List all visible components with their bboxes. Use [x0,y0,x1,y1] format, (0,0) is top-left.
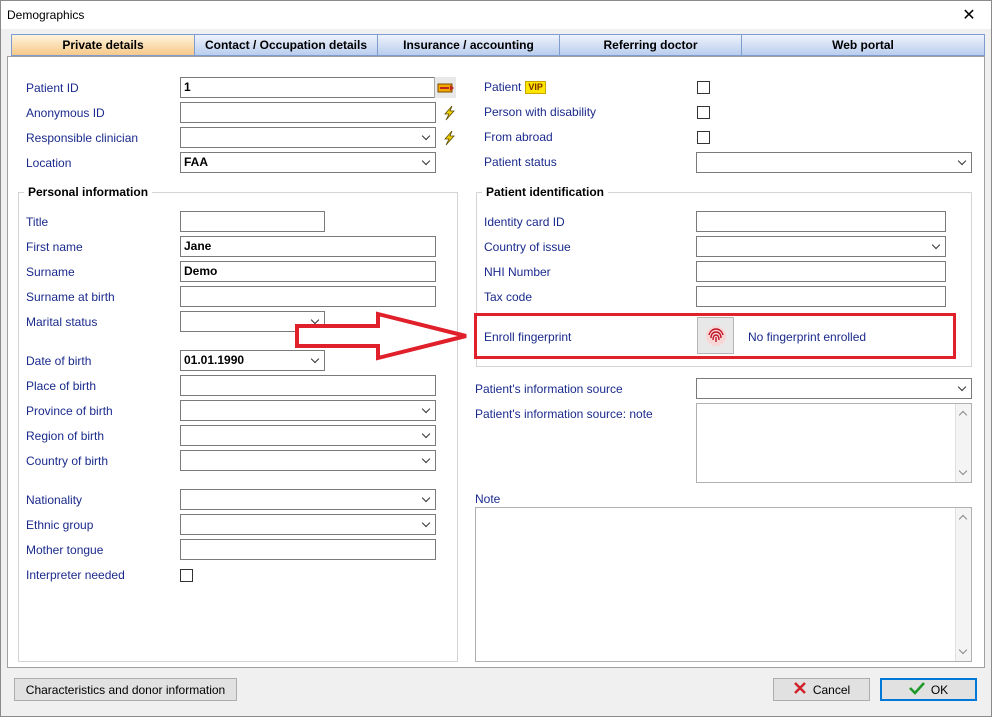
country-of-issue-label: Country of issue [484,240,571,254]
responsible-clinician-select[interactable] [180,127,436,148]
responsible-clinician-label: Responsible clinician [26,131,139,145]
province-of-birth-label: Province of birth [26,404,113,418]
window-title: Demographics [7,8,85,22]
arrow-icon [295,311,467,361]
tab-web-portal[interactable]: Web portal [742,35,984,55]
patient-id-label: Patient ID [26,81,79,95]
information-source-select[interactable] [696,378,972,399]
ok-label: OK [930,682,949,697]
place-of-birth-label: Place of birth [26,379,97,393]
cancel-label: Cancel [812,682,851,697]
nationality-select[interactable] [180,489,436,510]
tax-code-label: Tax code [484,290,533,304]
nhi-number-label: NHI Number [484,265,551,279]
lightning-icon[interactable] [438,102,460,123]
disability-checkbox[interactable] [697,106,710,119]
date-of-birth-label: Date of birth [26,354,92,368]
vip-badge: VIP [525,81,546,94]
tax-code-field[interactable] [696,286,946,307]
patient-status-select[interactable] [696,152,972,173]
cancel-x-icon [793,681,807,698]
note-textarea-scrollbar[interactable] [955,508,971,661]
disability-label: Person with disability [484,105,597,119]
nationality-label: Nationality [26,493,83,507]
region-of-birth-select[interactable] [180,425,436,446]
mother-tongue-label: Mother tongue [26,543,104,557]
tab-referring-doctor[interactable]: Referring doctor [560,35,742,55]
place-of-birth-field[interactable] [180,375,436,396]
location-select[interactable]: FAA [180,152,436,173]
from-abroad-checkbox[interactable] [697,131,710,144]
location-label: Location [26,156,72,170]
tab-private-details[interactable]: Private details [12,35,195,55]
mother-tongue-field[interactable] [180,539,436,560]
note-textarea[interactable] [475,507,972,662]
note-scrollbar[interactable] [955,404,971,482]
from-abroad-label: From abroad [484,130,553,144]
check-icon [908,681,925,698]
vip-checkbox[interactable] [697,81,710,94]
ok-button[interactable]: OK [880,678,977,701]
identity-card-field[interactable] [696,211,946,232]
characteristics-donor-label: Characteristics and donor information [25,682,226,697]
patient-status-label: Patient status [484,155,557,169]
close-icon[interactable]: ✕ [949,1,989,29]
country-of-birth-select[interactable] [180,450,436,471]
title-label: Title [26,215,49,229]
tab-bar: Private details Contact / Occupation det… [11,34,985,56]
surname-at-birth-field[interactable] [180,286,436,307]
characteristics-donor-button[interactable]: Characteristics and donor information [14,678,237,701]
personal-information-title: Personal information [24,185,153,199]
patient-identification-title: Patient identification [482,185,609,199]
nhi-number-field[interactable] [696,261,946,282]
first-name-field[interactable]: Jane [180,236,436,257]
interpreter-needed-label: Interpreter needed [26,568,125,582]
patient-label: Patient [484,80,522,94]
region-of-birth-label: Region of birth [26,429,105,443]
patient-vip-label: Patient VIP [484,80,546,94]
information-source-note-label: Patient's information source: note [475,407,653,421]
patient-id-lookup-icon[interactable] [434,77,456,98]
country-of-birth-label: Country of birth [26,454,109,468]
title-field[interactable] [180,211,325,232]
patient-id-field[interactable]: 1 [180,77,456,98]
interpreter-needed-checkbox[interactable] [180,569,193,582]
identity-card-label: Identity card ID [484,215,565,229]
lightning-icon[interactable] [438,127,460,148]
surname-field[interactable]: Demo [180,261,436,282]
surname-at-birth-label: Surname at birth [26,290,115,304]
first-name-label: First name [26,240,83,254]
marital-status-label: Marital status [26,315,98,329]
title-bar: Demographics ✕ [1,1,991,29]
ethnic-group-label: Ethnic group [26,518,94,532]
surname-label: Surname [26,265,75,279]
cancel-button[interactable]: Cancel [773,678,870,701]
demographics-window: Demographics ✕ Private details Contact /… [0,0,992,717]
note-label: Note [475,492,501,506]
information-source-label: Patient's information source [475,382,623,396]
information-source-note-textarea[interactable] [696,403,972,483]
fingerprint-highlight-box [474,313,956,359]
ethnic-group-select[interactable] [180,514,436,535]
tab-contact-occupation[interactable]: Contact / Occupation details [195,35,378,55]
tab-insurance-accounting[interactable]: Insurance / accounting [378,35,560,55]
province-of-birth-select[interactable] [180,400,436,421]
private-details-panel: Patient ID 1 Anonymous ID Responsible cl… [7,56,985,668]
anonymous-id-label: Anonymous ID [26,106,105,120]
anonymous-id-field[interactable] [180,102,436,123]
country-of-issue-select[interactable] [696,236,946,257]
